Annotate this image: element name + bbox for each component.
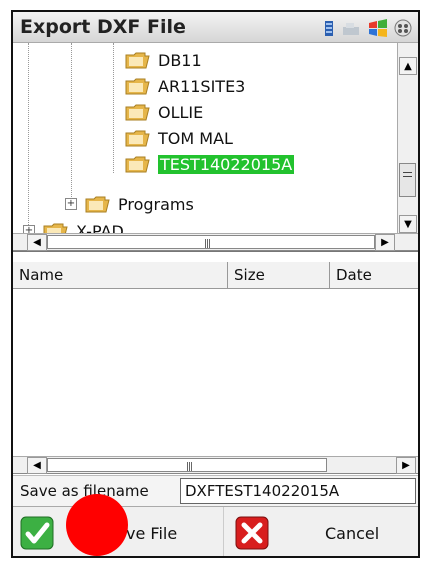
tree-item-ar11site3[interactable]: AR11SITE3 — [125, 74, 245, 98]
scroll-left-icon[interactable]: ◀ — [27, 234, 47, 251]
tree-item-label: TOM MAL — [158, 128, 233, 148]
folder-tree: DB11 AR11SITE3 OLLIE TOM MAL TEST1402201… — [13, 43, 418, 252]
file-list-header: Name Size Date — [13, 262, 418, 289]
expand-icon[interactable]: + — [65, 198, 77, 210]
title-bar: Export DXF File — [13, 12, 418, 43]
column-name[interactable]: Name — [13, 262, 228, 288]
save-filename-input[interactable]: DXFTEST14022015A — [180, 478, 416, 504]
scrollbar-thumb[interactable] — [399, 163, 416, 197]
checkmark-icon — [20, 516, 54, 550]
save-filename-bar: Save as filename DXFTEST14022015A — [13, 475, 418, 506]
tree-item-ollie[interactable]: OLLIE — [125, 100, 203, 124]
folder-icon — [125, 156, 150, 173]
window-title: Export DXF File — [20, 16, 186, 38]
tree-item-programs[interactable]: + Programs — [65, 192, 194, 216]
scroll-left-icon[interactable]: ◀ — [27, 457, 47, 474]
grip-icon — [403, 172, 412, 177]
tree-item-label: Programs — [118, 194, 194, 214]
tree-item-label: AR11SITE3 — [158, 76, 246, 96]
connection-icon[interactable] — [342, 19, 362, 37]
cancel-button[interactable]: Cancel — [225, 507, 418, 556]
signal-icon[interactable] — [323, 19, 337, 37]
file-list[interactable] — [13, 289, 418, 455]
folder-icon — [125, 104, 150, 121]
tree-horizontal-scrollbar[interactable]: ◀ ||| ▶ — [13, 233, 418, 251]
windows-start-icon[interactable] — [367, 18, 389, 38]
scroll-up-icon[interactable]: ▲ — [399, 57, 417, 75]
close-icon — [235, 516, 269, 550]
grip-icon: ||| — [204, 239, 211, 249]
tree-item-tom-mal[interactable]: TOM MAL — [125, 126, 233, 150]
scroll-down-icon[interactable]: ▼ — [399, 215, 417, 233]
folder-icon — [125, 78, 150, 95]
tree-item-label: DB11 — [158, 50, 202, 70]
folder-tree-rows: DB11 AR11SITE3 OLLIE TOM MAL TEST1402201… — [13, 43, 397, 243]
cancel-label: Cancel — [325, 523, 380, 543]
tree-guide-line — [28, 43, 29, 243]
red-dot-overlay — [66, 494, 128, 556]
folder-icon — [125, 130, 150, 147]
export-dxf-dialog: Export DXF File DB11 AR11SITE3 OLLIE TOM… — [11, 10, 420, 558]
column-size[interactable]: Size — [228, 262, 330, 288]
tree-vertical-scrollbar[interactable]: ▲ ▼ — [397, 43, 418, 235]
scroll-right-icon[interactable]: ▶ — [396, 457, 416, 474]
tree-item-test14022015a[interactable]: TEST14022015A — [125, 152, 295, 176]
tree-guide-line — [113, 43, 114, 173]
folder-icon — [85, 196, 110, 213]
save-file-label: ve File — [126, 523, 178, 543]
folder-icon — [125, 52, 150, 69]
tree-item-label: OLLIE — [158, 102, 204, 122]
scrollbar-thumb[interactable]: ||| — [47, 458, 327, 472]
tree-guide-line — [71, 43, 72, 209]
keyboard-icon[interactable] — [394, 19, 412, 37]
tree-item-label: TEST14022015A — [158, 154, 295, 174]
column-date[interactable]: Date — [330, 262, 418, 288]
file-list-horizontal-scrollbar[interactable]: ◀ ||| ▶ — [13, 456, 418, 474]
tree-item-db11[interactable]: DB11 — [125, 48, 202, 72]
system-tray — [323, 18, 412, 38]
grip-icon: ||| — [186, 462, 193, 472]
scrollbar-thumb[interactable]: ||| — [47, 235, 375, 249]
scroll-right-icon[interactable]: ▶ — [375, 234, 395, 251]
